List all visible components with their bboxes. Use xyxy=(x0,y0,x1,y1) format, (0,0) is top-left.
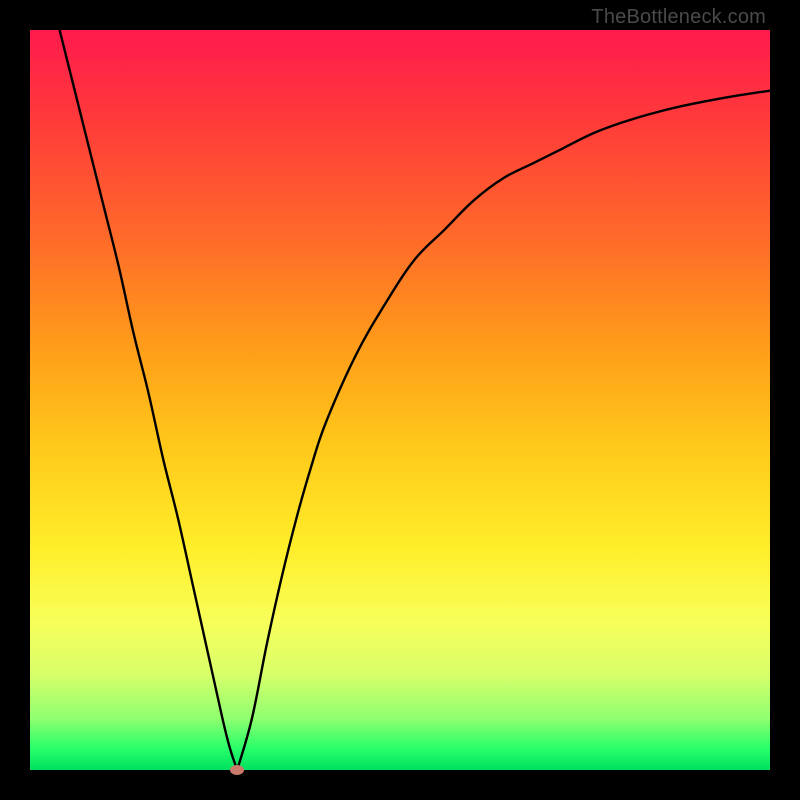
watermark-label: TheBottleneck.com xyxy=(591,6,766,29)
bottleneck-curve xyxy=(60,30,770,770)
chart-container: TheBottleneck.com xyxy=(0,0,800,800)
minimum-marker-icon xyxy=(230,765,244,775)
plot-area xyxy=(30,30,770,770)
curve-svg xyxy=(30,30,770,770)
